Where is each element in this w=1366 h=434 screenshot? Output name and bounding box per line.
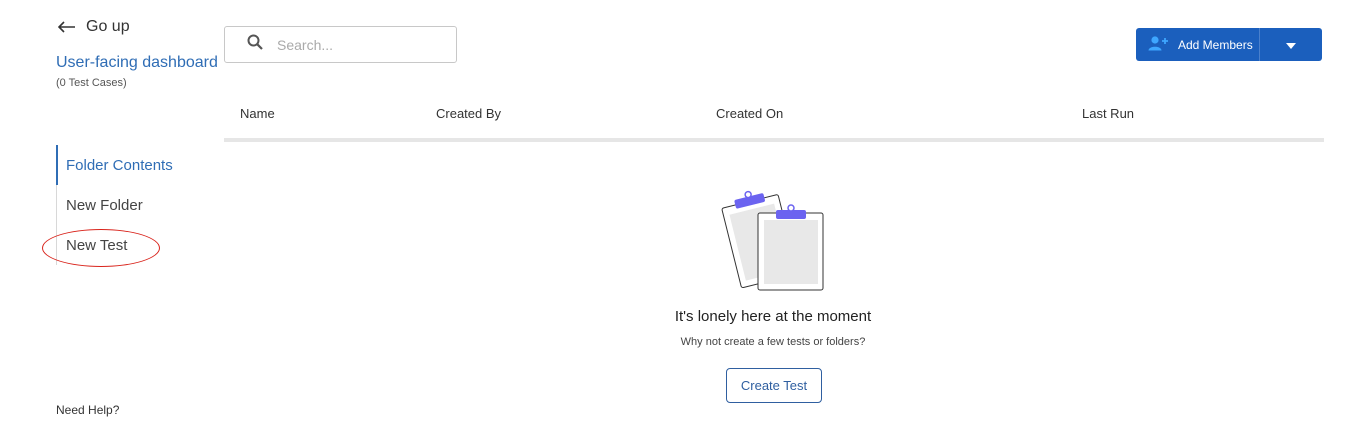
column-header-name[interactable]: Name	[240, 106, 275, 121]
side-item-label: Folder Contents	[66, 156, 173, 174]
search-input[interactable]	[277, 36, 427, 53]
column-header-last-run[interactable]: Last Run	[1082, 106, 1134, 121]
clipboard-illustration	[721, 190, 824, 291]
column-header-created-by[interactable]: Created By	[436, 106, 501, 121]
side-item-label: New Test	[66, 236, 128, 254]
column-header-created-on[interactable]: Created On	[716, 106, 783, 121]
empty-state-subtitle: Why not create a few tests or folders?	[680, 336, 866, 348]
add-members-dropdown-button[interactable]	[1260, 28, 1322, 61]
add-members-button[interactable]: Add Members	[1136, 28, 1260, 61]
side-nav: Folder Contents New Folder New Test	[42, 145, 216, 267]
side-item-label: New Folder	[66, 196, 143, 214]
need-help-link[interactable]: Need Help?	[56, 403, 119, 417]
project-title: User-facing dashboard	[56, 54, 218, 71]
go-up-link[interactable]: Go up	[57, 18, 130, 36]
side-item-new-test[interactable]: New Test	[56, 225, 216, 265]
table-header: Name Created By Created On Last Run	[224, 96, 1324, 142]
create-test-button[interactable]: Create Test	[726, 368, 822, 403]
add-members-button-group: Add Members	[1136, 28, 1322, 61]
user-plus-icon	[1148, 35, 1170, 54]
empty-state-title: It's lonely here at the moment	[674, 308, 872, 325]
side-item-new-folder[interactable]: New Folder	[56, 185, 216, 225]
search-icon	[247, 34, 263, 55]
go-up-label: Go up	[86, 18, 130, 35]
caret-down-icon	[1286, 36, 1296, 54]
arrow-left-icon	[57, 18, 76, 36]
add-members-label: Add Members	[1178, 37, 1253, 52]
test-case-count: (0 Test Cases)	[56, 77, 127, 89]
search-box[interactable]	[224, 26, 457, 63]
side-item-folder-contents[interactable]: Folder Contents	[56, 145, 216, 185]
